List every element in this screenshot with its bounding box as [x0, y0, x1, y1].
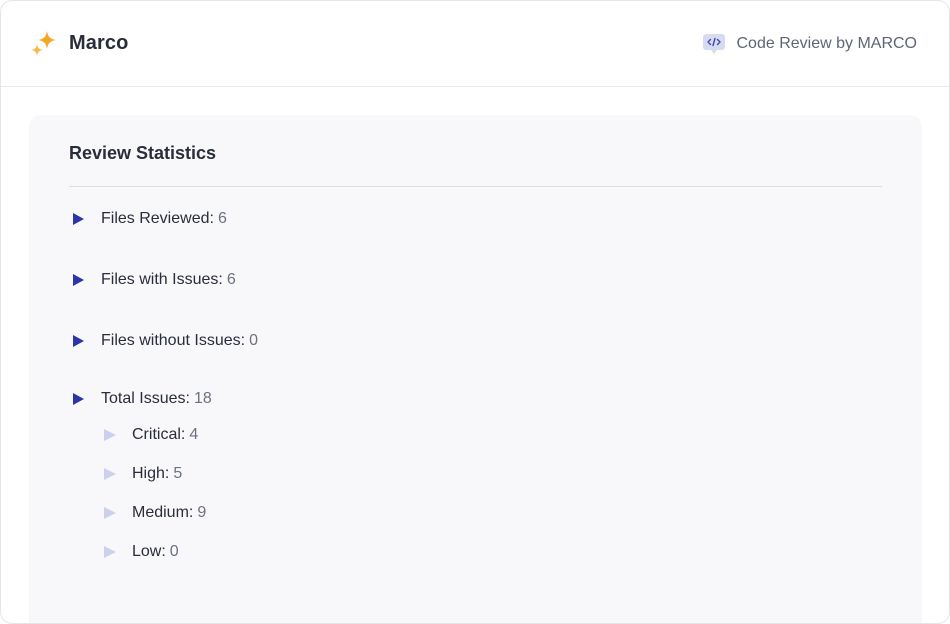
- app-window: Marco Code Review by MARCO Review Statis…: [0, 0, 950, 624]
- stat-value: 0: [249, 332, 258, 349]
- severity-label: Critical:: [132, 426, 186, 443]
- severity-list: Critical: 4 High: 5 Medium: 9 Low: 0: [104, 426, 882, 561]
- severity-label: Low:: [132, 543, 166, 560]
- stat-files-with-issues: Files with Issues: 6: [69, 271, 882, 289]
- brand[interactable]: Marco: [29, 29, 128, 59]
- severity-value: 4: [189, 426, 199, 443]
- triangle-bullet-icon: [104, 546, 116, 558]
- stats-list: Files Reviewed: 6 Files with Issues: 6 F…: [69, 210, 882, 408]
- severity-high: High: 5: [104, 465, 882, 483]
- triangle-bullet-icon: [73, 213, 84, 225]
- stat-files-without-issues: Files without Issues: 0: [69, 332, 882, 350]
- stat-value: 6: [226, 271, 236, 288]
- stat-files-reviewed: Files Reviewed: 6: [69, 210, 882, 228]
- severity-value: 5: [173, 465, 183, 482]
- severity-value: 0: [169, 543, 179, 560]
- divider: [69, 186, 882, 187]
- triangle-bullet-icon: [104, 507, 116, 519]
- severity-label: Medium:: [132, 504, 194, 521]
- product-name: Code Review by MARCO: [736, 34, 918, 52]
- triangle-bullet-icon: [73, 274, 84, 286]
- panel-title: Review Statistics: [69, 143, 217, 163]
- stat-label: Files with Issues:: [101, 271, 223, 288]
- stat-label: Files without Issues:: [101, 332, 246, 349]
- severity-low: Low: 0: [104, 543, 882, 561]
- sparkles-icon: [31, 30, 56, 56]
- stat-value: 18: [193, 390, 212, 407]
- brand-name: Marco: [69, 32, 129, 54]
- stat-value: 6: [217, 210, 227, 227]
- stat-label: Total Issues:: [101, 390, 190, 407]
- triangle-bullet-icon: [73, 335, 84, 347]
- review-statistics-panel: Review Statistics Files Reviewed: 6 File…: [29, 115, 922, 623]
- product-label: Code Review by MARCO: [702, 32, 918, 56]
- top-header: Marco Code Review by MARCO: [1, 1, 949, 87]
- triangle-bullet-icon: [104, 429, 116, 441]
- stat-total-issues: Total Issues: 18: [69, 390, 882, 408]
- severity-value: 9: [197, 504, 207, 521]
- severity-label: High:: [132, 465, 170, 482]
- severity-critical: Critical: 4: [104, 426, 882, 444]
- triangle-bullet-icon: [73, 393, 84, 405]
- code-chat-icon: [702, 33, 725, 54]
- triangle-bullet-icon: [104, 468, 116, 480]
- stat-label: Files Reviewed:: [101, 210, 214, 227]
- severity-medium: Medium: 9: [104, 504, 882, 522]
